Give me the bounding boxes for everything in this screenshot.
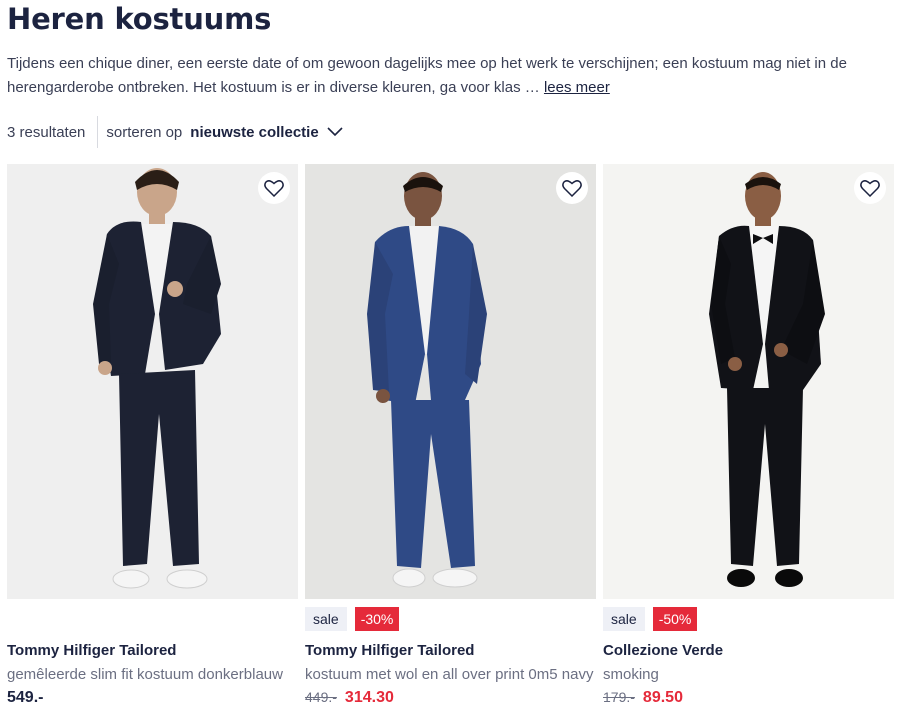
- product-description[interactable]: smoking: [603, 666, 894, 683]
- price-row: 549.-: [7, 689, 43, 707]
- sale-badge: sale: [305, 607, 347, 631]
- discount-badge: -50%: [652, 607, 698, 631]
- product-brand[interactable]: Tommy Hilfiger Tailored: [305, 642, 474, 659]
- intro-text: Tijdens een chique diner, een eerste dat…: [7, 55, 847, 96]
- product-description[interactable]: kostuum met wol en all over print 0m5 na…: [305, 666, 596, 683]
- chevron-down-icon[interactable]: [327, 127, 343, 137]
- sale-badge: sale: [603, 607, 645, 631]
- read-more-link[interactable]: lees meer: [544, 79, 610, 96]
- sort-label: sorteren op: [106, 123, 183, 141]
- product-brand[interactable]: Collezione Verde: [603, 642, 723, 659]
- page-title: Heren kostuums: [7, 2, 272, 36]
- heart-icon: [264, 180, 284, 197]
- product-image[interactable]: [603, 164, 894, 599]
- product-image[interactable]: [7, 164, 298, 599]
- results-count: 3 resultaten: [7, 123, 86, 141]
- badge-row: sale -30%: [305, 607, 400, 631]
- product-price: 314.30: [344, 689, 394, 706]
- sort-dropdown[interactable]: nieuwste collectie: [190, 124, 318, 141]
- old-price: 449.-: [305, 689, 337, 705]
- product-brand[interactable]: Tommy Hilfiger Tailored: [7, 642, 176, 659]
- price-row: 449.- 314.30: [305, 689, 394, 707]
- product-card[interactable]: sale -50% Collezione Verde smoking 179.-…: [603, 164, 894, 719]
- model-photo: [93, 168, 221, 589]
- wishlist-button[interactable]: [854, 172, 886, 204]
- model-photo: [367, 172, 487, 588]
- product-card[interactable]: sale -30% Tommy Hilfiger Tailored kostuu…: [305, 164, 596, 719]
- product-card[interactable]: Tommy Hilfiger Tailored gemêleerde slim …: [7, 164, 298, 719]
- toolbar-divider: [97, 116, 99, 148]
- wishlist-button[interactable]: [556, 172, 588, 204]
- price-row: 179.- 89.50: [603, 689, 683, 707]
- discount-badge: -30%: [354, 607, 400, 631]
- heart-icon: [860, 180, 880, 197]
- model-photo: [709, 172, 825, 587]
- product-price: 549.-: [7, 689, 44, 706]
- category-intro: Tijdens een chique diner, een eerste dat…: [7, 52, 887, 100]
- heart-icon: [562, 180, 582, 197]
- results-toolbar: 3 resultaten sorteren op nieuwste collec…: [7, 116, 343, 148]
- product-price: 89.50: [642, 689, 683, 706]
- product-image[interactable]: [305, 164, 596, 599]
- old-price: 179.-: [603, 689, 635, 705]
- badge-row: sale -50%: [603, 607, 698, 631]
- product-description[interactable]: gemêleerde slim fit kostuum donkerblauw: [7, 666, 298, 683]
- wishlist-button[interactable]: [258, 172, 290, 204]
